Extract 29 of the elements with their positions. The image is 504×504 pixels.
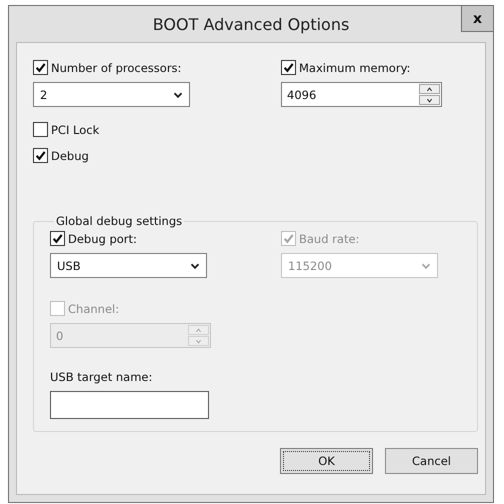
checkbox-label: Debug	[51, 148, 89, 162]
text-field[interactable]	[50, 391, 209, 419]
checkbox-label: Number of processors:	[51, 60, 182, 74]
checkbox-label: Maximum memory:	[299, 60, 410, 74]
checkmark-icon	[52, 233, 63, 244]
group-title: Global debug settings	[55, 214, 184, 228]
checkbox-label: PCI Lock	[51, 122, 100, 136]
dropdown[interactable]: 2	[33, 82, 190, 107]
chevron-down-icon	[421, 260, 431, 270]
checkbox-label: Baud rate:	[299, 232, 360, 246]
close-button[interactable]: x	[461, 5, 494, 32]
dropdown[interactable]: USB	[50, 253, 207, 278]
checkbox-label: Debug port:	[68, 232, 137, 246]
checkmark-icon	[35, 150, 46, 161]
chevron-down-icon	[190, 260, 200, 270]
window-title: BOOT Advanced Options	[152, 14, 350, 34]
checkbox[interactable]	[33, 60, 48, 75]
cancel-button[interactable]: Cancel	[385, 448, 478, 474]
ok-button[interactable]: OK	[280, 448, 373, 474]
checkmark-icon	[35, 62, 46, 73]
checkmark-icon	[283, 233, 294, 244]
checkbox[interactable]	[33, 122, 48, 137]
checkbox[interactable]	[33, 148, 48, 163]
field-label: USB target name:	[50, 370, 154, 384]
checkbox[interactable]	[50, 231, 65, 246]
checkbox-label: Channel:	[68, 302, 120, 316]
checkbox[interactable]	[281, 60, 296, 75]
checkmark-icon	[283, 62, 294, 73]
chevron-down-icon	[173, 90, 183, 100]
